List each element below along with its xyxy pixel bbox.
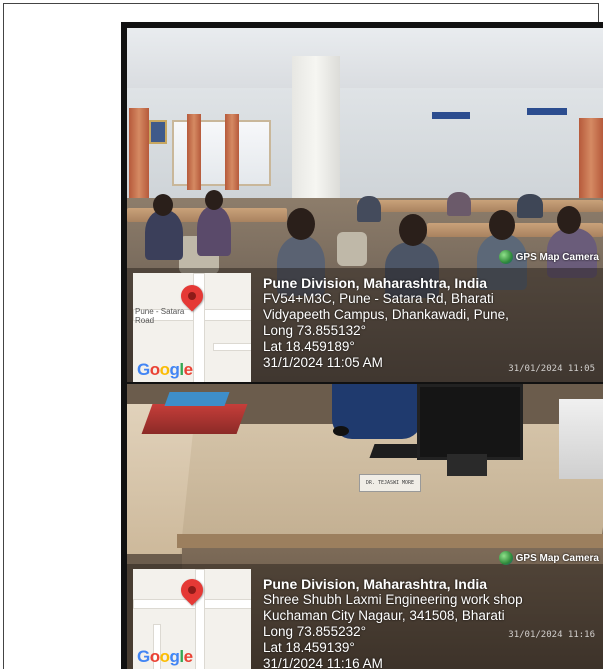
curtain bbox=[579, 118, 603, 208]
wall-sign bbox=[432, 112, 470, 119]
desk-edge bbox=[177, 534, 603, 548]
mini-map: Google bbox=[133, 569, 251, 669]
brand-label: GPS Map Camera bbox=[515, 251, 599, 263]
latitude: Lat 18.459139° bbox=[263, 640, 355, 655]
timestamp: 31/1/2024 11:05 AM bbox=[263, 355, 383, 370]
wall-sign bbox=[527, 108, 567, 115]
books bbox=[164, 392, 230, 406]
mouse bbox=[333, 426, 349, 436]
chair bbox=[337, 232, 367, 266]
monitor-stand bbox=[447, 454, 487, 476]
student-head bbox=[205, 190, 223, 210]
student bbox=[447, 192, 471, 216]
brand-label: GPS Map Camera bbox=[515, 552, 599, 564]
address-line: Kuchaman City Nagaur, 341508, Bharati bbox=[263, 608, 505, 623]
curtain bbox=[129, 108, 149, 198]
globe-icon bbox=[498, 250, 513, 264]
student-head bbox=[399, 214, 427, 246]
address-line: FV54+M3C, Pune - Satara Rd, Bharati bbox=[263, 291, 494, 306]
books bbox=[141, 404, 248, 434]
student-head bbox=[287, 208, 315, 240]
classroom-photo: GPS Map Camera Pune - Satara Road Google… bbox=[127, 28, 603, 382]
student bbox=[197, 206, 231, 256]
gps-map-camera-brand: GPS Map Camera bbox=[498, 551, 599, 565]
office-photo: DR. TEJASWI MORE GPS Map Camera Google P… bbox=[127, 384, 603, 669]
map-road bbox=[213, 343, 251, 351]
computer-monitor bbox=[417, 384, 523, 460]
address-line: Shree Shubh Laxmi Engineering work shop bbox=[263, 592, 523, 607]
latitude: Lat 18.459189° bbox=[263, 339, 355, 354]
address-line: Vidyapeeth Campus, Dhankawadi, Pune, bbox=[263, 307, 509, 322]
map-label-line: Pune - Satara bbox=[135, 307, 185, 316]
longitude: Long 73.855232° bbox=[263, 624, 366, 639]
student-head bbox=[557, 206, 581, 234]
student-head bbox=[489, 210, 515, 240]
geotagged-photo-collage: GPS Map Camera Pune - Satara Road Google… bbox=[121, 22, 603, 669]
student bbox=[145, 210, 183, 260]
location-info: Pune Division, Maharashtra, India Shree … bbox=[263, 576, 523, 669]
mini-map: Pune - Satara Road Google bbox=[133, 273, 251, 382]
wall-portrait bbox=[149, 120, 167, 144]
printer bbox=[559, 399, 603, 479]
globe-icon bbox=[498, 551, 513, 565]
curtain bbox=[225, 114, 239, 190]
watermark-timestamp: 31/01/2024 11:05 bbox=[508, 364, 595, 374]
gps-map-camera-brand: GPS Map Camera bbox=[498, 250, 599, 264]
timestamp: 31/1/2024 11:16 AM bbox=[263, 656, 383, 669]
watermark-timestamp: 31/01/2024 11:16 bbox=[508, 630, 595, 640]
google-logo: Google bbox=[137, 360, 193, 379]
location-title: Pune Division, Maharashtra, India bbox=[263, 275, 488, 291]
map-road-label: Pune - Satara Road bbox=[135, 307, 184, 325]
google-logo: Google bbox=[137, 647, 193, 666]
student bbox=[517, 194, 543, 218]
location-title: Pune Division, Maharashtra, India bbox=[263, 576, 488, 592]
longitude: Long 73.855132° bbox=[263, 323, 366, 338]
curtain bbox=[187, 114, 201, 190]
map-label-line: Road bbox=[135, 316, 155, 325]
student bbox=[357, 196, 381, 222]
student-head bbox=[153, 194, 173, 216]
location-info: Pune Division, Maharashtra, India FV54+M… bbox=[263, 275, 509, 371]
nameplate: DR. TEJASWI MORE bbox=[359, 474, 421, 492]
